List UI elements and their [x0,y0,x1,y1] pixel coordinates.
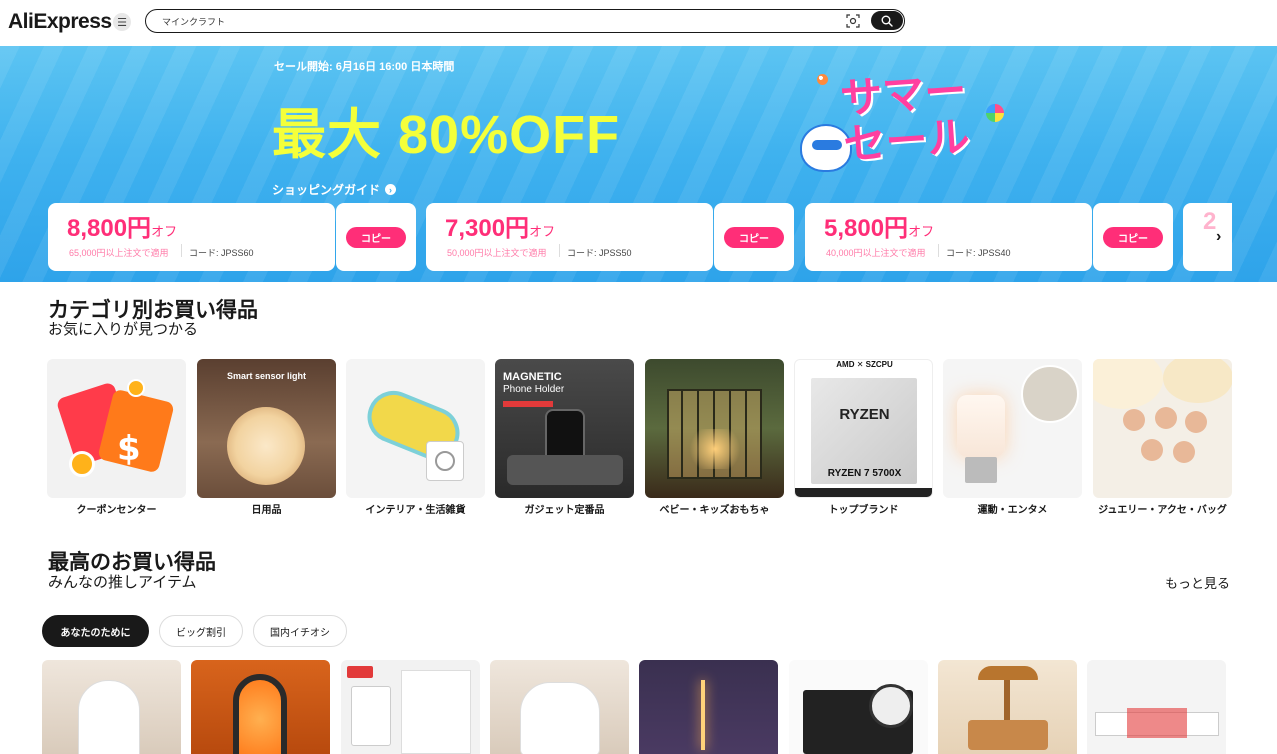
coupon-copy-box: コピー [1093,203,1173,271]
category-section-subtitle: お気に入りが見つかる [48,321,199,338]
chevron-right-icon: › [385,184,397,195]
product-card[interactable] [341,660,480,754]
category-label: 日用品 [251,505,282,516]
coupon-copy-box: コピー [336,203,416,271]
coupon-card[interactable]: 5,800円オフ 40,000円以上注文で適用 コード: JPSS40 [805,203,1092,271]
search-bar [145,9,905,33]
see-more-link[interactable]: もっと見る [1165,573,1230,592]
coupon-amount: 8,800円オフ [67,215,178,242]
category-image-text: AMD ✕ SZCPU [836,360,893,369]
category-card-sports[interactable]: 運動・エンタメ [943,359,1082,516]
search-button[interactable] [871,11,903,30]
product-card[interactable] [789,660,928,754]
category-card-daily-goods[interactable]: Smart sensor light 日用品 [197,359,336,516]
category-image: AMD ✕ SZCPU RYZEN RYZEN 7 5700X [794,359,933,498]
category-card-interior[interactable]: インテリア・生活雑貨 [346,359,485,516]
category-label: クーポンセンター [76,505,157,516]
category-image: Smart sensor light [197,359,336,498]
coupon-code: コード: JPSS50 [567,248,632,258]
category-card-jewelry[interactable]: ジュエリー・アクセ・バッグ [1093,359,1232,516]
sale-start-text: セール開始: 6月16日 16:00 日本時間 [274,61,455,73]
product-card[interactable] [42,660,181,754]
category-card-coupon-center[interactable]: $ クーポンセンター [47,359,186,516]
aliexpress-logo[interactable]: AliExpress [8,10,112,34]
coupon-card[interactable]: 8,800円オフ 65,000円以上注文で適用 コード: JPSS60 [48,203,335,271]
carousel-next-icon[interactable]: › [1216,228,1230,246]
category-image-text: MAGNETIC [503,371,562,383]
category-label: ジュエリー・アクセ・バッグ [1098,505,1227,516]
menu-icon[interactable]: ☰ [113,13,131,31]
discount-headline: 最大 80%OFF [272,105,621,165]
category-image: MAGNETIC Phone Holder [495,359,634,498]
summer-sale-title: サマー セール [839,67,972,169]
category-label: 運動・エンタメ [977,505,1048,516]
category-image [943,359,1082,498]
image-search-icon[interactable] [846,14,860,28]
product-image [401,670,471,754]
zigbee-badge [347,666,373,678]
coupon-amount: 7,300円オフ [445,215,556,242]
summer-sale-line2: セール [842,112,972,169]
coupon-code: コード: JPSS60 [189,248,254,258]
copy-button[interactable]: コピー [346,227,406,248]
category-image [1093,359,1232,498]
product-image [1127,708,1187,738]
product-image [351,686,391,746]
category-image-text: Smart sensor light [226,371,307,381]
beach-ball-icon [817,74,828,85]
category-image-text: RYZEN [839,406,890,423]
coupon-condition: 40,000円以上注文で適用 [826,248,926,258]
header: AliExpress ☰ [0,0,1277,46]
product-card[interactable] [191,660,330,754]
category-label: ベビー・キッズおもちゃ [659,505,770,516]
summer-sale-banner[interactable]: セール開始: 6月16日 16:00 日本時間 最大 80%OFF サマー セー… [0,46,1277,282]
category-image-text: RYZEN 7 5700X [827,468,902,479]
best-deals-subtitle: みんなの推しアイテム [48,574,197,591]
product-card[interactable] [1087,660,1226,754]
category-label: ガジェット定番品 [524,505,605,516]
category-image [346,359,485,498]
coupon-amount-partial: 2 [1203,208,1217,235]
shopping-guide-label: ショッピングガイド [272,183,381,197]
product-image [869,684,913,728]
product-image [233,674,287,754]
coupon-amount: 5,800円オフ [824,215,935,242]
coupon-condition: 50,000円以上注文で適用 [447,248,547,258]
coupon-card[interactable]: 7,300円オフ 50,000円以上注文で適用 コード: JPSS50 [426,203,713,271]
search-icon [881,15,893,27]
category-image: $ [47,359,186,498]
coupon-condition: 65,000円以上注文で適用 [69,248,169,258]
shopping-guide-link[interactable]: ショッピングガイド › [272,181,397,198]
category-card-kids-toys[interactable]: ベビー・キッズおもちゃ [645,359,784,516]
product-card[interactable] [639,660,778,754]
tab-big-discount[interactable]: ビッグ割引 [159,615,243,647]
beach-ball-icon [986,104,1004,122]
coupon-copy-box: コピー [714,203,794,271]
product-image [520,682,600,754]
category-label: インテリア・生活雑貨 [365,505,466,516]
category-image-text: Phone Holder [503,384,565,395]
category-card-top-brands[interactable]: AMD ✕ SZCPU RYZEN RYZEN 7 5700X トップブランド [794,359,933,516]
copy-button[interactable]: コピー [724,227,784,248]
coupon-code: コード: JPSS40 [946,248,1011,258]
search-input[interactable] [162,13,822,29]
product-card[interactable] [938,660,1077,754]
copy-button[interactable]: コピー [1103,227,1163,248]
category-card-gadgets[interactable]: MAGNETIC Phone Holder ガジェット定番品 [495,359,634,516]
product-image [701,680,705,750]
product-image [978,666,1038,680]
product-card[interactable] [490,660,629,754]
product-image [78,680,140,754]
category-image [645,359,784,498]
tab-domestic-picks[interactable]: 国内イチオシ [253,615,347,647]
category-label: トップブランド [828,505,899,516]
tab-for-you[interactable]: あなたのために [42,615,149,647]
